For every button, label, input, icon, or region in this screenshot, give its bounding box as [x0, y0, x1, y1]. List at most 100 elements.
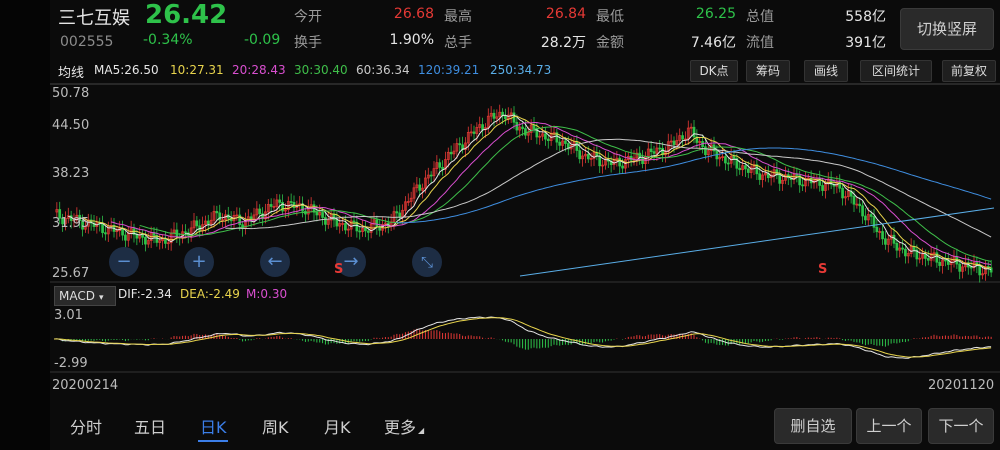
- candle-body: [881, 231, 884, 240]
- candle-body: [598, 155, 602, 167]
- tab-more-label: 更多: [384, 418, 417, 437]
- ma250-line: [519, 207, 995, 277]
- candle-body: [144, 236, 147, 245]
- candle-body: [481, 124, 484, 131]
- candle-body: [892, 234, 896, 244]
- tab-daily-k[interactable]: 日K: [200, 414, 227, 438]
- candle-body: [858, 203, 862, 207]
- candle-body: [938, 261, 942, 266]
- candle-body: [344, 223, 347, 231]
- candle-body: [944, 259, 947, 262]
- collapse-icon[interactable]: ⤡: [412, 247, 442, 277]
- candle-body: [135, 234, 139, 239]
- candle-body: [375, 219, 379, 228]
- candle-body: [321, 212, 324, 218]
- tab-weekly-k[interactable]: 周K: [262, 414, 289, 438]
- candle-body: [795, 174, 799, 176]
- candle-body: [398, 212, 402, 218]
- candle-body: [395, 211, 399, 214]
- candle-body: [164, 238, 167, 244]
- price-axis-label: 50.78: [52, 86, 90, 101]
- candle-body: [875, 226, 879, 233]
- candle-body: [926, 258, 930, 261]
- candle-body: [672, 140, 676, 145]
- candle-body: [704, 146, 707, 156]
- tab-intraday[interactable]: 分时: [70, 414, 102, 438]
- indicator-selector-label: MACD: [59, 289, 95, 303]
- zoom-in-icon[interactable]: +: [184, 247, 214, 277]
- price-axis-label: 31.95: [52, 216, 90, 231]
- dropdown-icon: ▾: [98, 293, 104, 303]
- candle-body: [492, 112, 496, 119]
- candle-body: [269, 204, 273, 207]
- candle-body: [206, 220, 210, 225]
- candle-body: [101, 223, 104, 234]
- candle-body: [778, 174, 782, 184]
- candle-body: [724, 156, 727, 164]
- macd-axis-top: 3.01: [54, 308, 83, 323]
- sell-signal: S: [334, 262, 344, 277]
- candle-body: [358, 230, 362, 233]
- chart-window: 三七互娱 26.42 002555 -0.34% -0.09 今开 26.68 …: [50, 0, 1000, 450]
- candle-body: [652, 151, 656, 154]
- tab-monthly-k[interactable]: 月K: [324, 414, 351, 438]
- candle-body: [335, 219, 339, 227]
- candle-body: [575, 141, 579, 151]
- candle-body: [758, 173, 762, 180]
- candle-body: [864, 215, 867, 221]
- corner-triangle-icon: ◢: [418, 426, 425, 435]
- macd-dea: DEA:-2.49: [180, 287, 240, 301]
- candle-body: [104, 232, 107, 235]
- candle-body: [441, 167, 444, 170]
- macd-dif: DIF:-2.34: [118, 287, 172, 301]
- candle-body: [861, 205, 864, 217]
- candle-body: [524, 128, 527, 136]
- candle-body: [449, 151, 453, 155]
- candle-body: [852, 195, 856, 205]
- kline-chart[interactable]: [50, 0, 1000, 410]
- candle-body: [884, 238, 887, 245]
- candle-body: [564, 140, 567, 144]
- candle-body: [586, 153, 590, 160]
- previous-stock-button[interactable]: 上一个: [856, 408, 922, 444]
- candle-body: [364, 227, 367, 232]
- candle-body: [258, 208, 262, 215]
- macd-m: M:0.30: [246, 287, 288, 301]
- candle-body: [746, 168, 750, 173]
- indicator-selector[interactable]: MACD ▾: [54, 286, 116, 306]
- candle-body: [801, 184, 804, 187]
- ma-line: [396, 147, 992, 224]
- candle-body: [744, 165, 747, 170]
- start-date: 20200214: [52, 378, 119, 393]
- candle-body: [641, 157, 644, 164]
- tab-five-day[interactable]: 五日: [134, 414, 166, 438]
- candle-body: [195, 220, 199, 227]
- zoom-out-icon[interactable]: −: [109, 247, 139, 277]
- tab-more[interactable]: 更多 ◢: [384, 414, 424, 438]
- candle-body: [578, 150, 582, 160]
- scroll-left-icon[interactable]: ←: [260, 247, 290, 277]
- candle-body: [895, 242, 899, 251]
- macd-histogram: [56, 328, 992, 350]
- next-stock-button[interactable]: 下一个: [928, 408, 994, 444]
- price-axis-label: 25.67: [52, 266, 90, 281]
- candle-body: [215, 211, 219, 214]
- candle-body: [618, 157, 622, 167]
- candle-body: [681, 135, 684, 140]
- macd-lines: [53, 316, 992, 359]
- price-axis-label: 44.50: [52, 118, 90, 133]
- candle-body: [184, 231, 187, 234]
- candle-body: [332, 213, 336, 221]
- remove-watchlist-button[interactable]: 删自选: [774, 408, 852, 444]
- candle-body: [315, 211, 319, 216]
- sell-signal: S: [818, 262, 828, 277]
- end-date: 20201120: [928, 378, 995, 393]
- candle-body: [438, 162, 442, 168]
- candle-body: [546, 138, 550, 142]
- candle-body: [692, 126, 696, 138]
- candle-body: [504, 115, 507, 120]
- candle-body: [289, 201, 293, 203]
- candle-body: [726, 162, 730, 165]
- candle-body: [532, 124, 536, 129]
- macd-axis-bottom: -2.99: [54, 356, 88, 371]
